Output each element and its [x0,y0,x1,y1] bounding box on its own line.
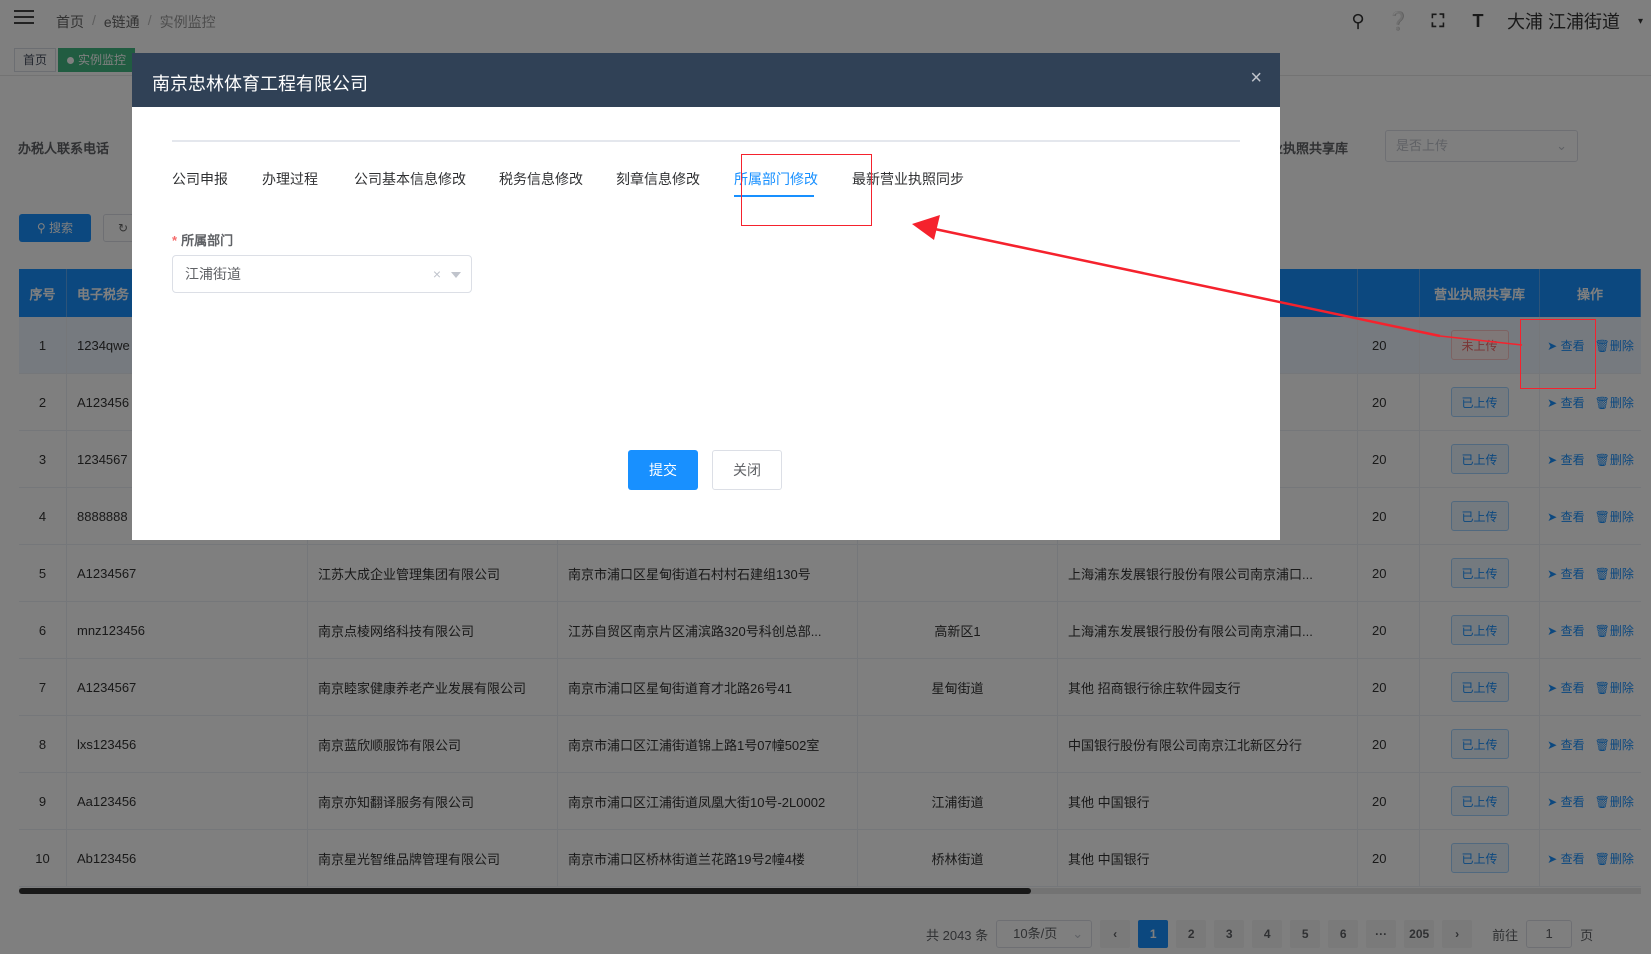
department-label: * 所属部门 [172,233,234,248]
close-icon[interactable]: × [1250,67,1262,90]
close-button[interactable]: 关闭 [712,450,782,490]
annotation-box-tab [741,154,872,226]
company-dialog: 南京忠林体育工程有限公司 × 公司申报 办理过程 公司基本信息修改 税务信息修改… [132,53,1280,540]
tab-company-declare[interactable]: 公司申报 [172,169,228,189]
caret-down-icon [451,272,461,278]
annotation-box-view [1520,319,1596,389]
tab-tax-info[interactable]: 税务信息修改 [499,169,583,189]
department-select[interactable]: 江浦街道 × [172,255,472,293]
clear-icon[interactable]: × [433,256,441,292]
tab-seal-info[interactable]: 刻章信息修改 [616,169,700,189]
dialog-tabs: 公司申报 办理过程 公司基本信息修改 税务信息修改 刻章信息修改 所属部门修改 … [172,53,1240,197]
tab-basic-info[interactable]: 公司基本信息修改 [354,169,466,189]
tab-process[interactable]: 办理过程 [262,169,318,189]
submit-button[interactable]: 提交 [628,450,698,490]
